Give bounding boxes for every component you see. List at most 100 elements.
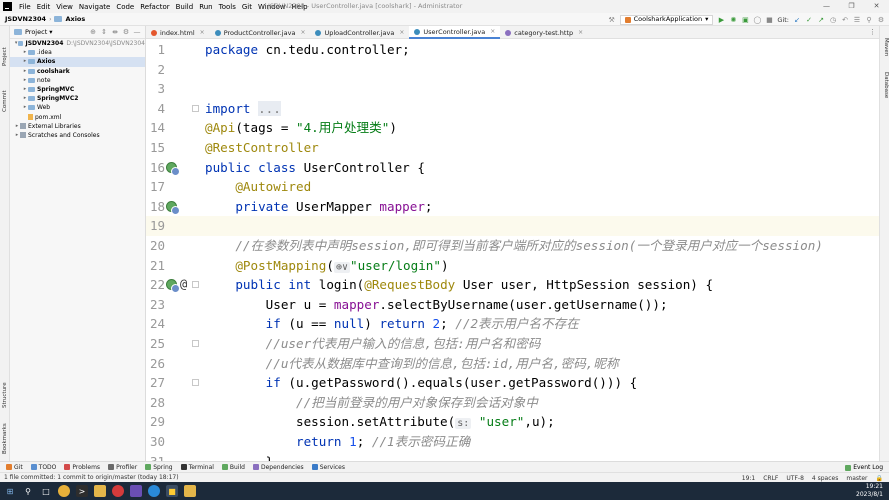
close-tab-icon[interactable]: × bbox=[399, 29, 404, 36]
project-panel-title[interactable]: Project bbox=[25, 28, 47, 36]
code-text[interactable]: //u代表从数据库中查询到的信息,包括:id,用户名,密码,昵称 bbox=[205, 354, 619, 374]
code-line[interactable]: 25 //user代表用户输入的信息,包括:用户名和密码 bbox=[146, 334, 879, 354]
menu-file[interactable]: File bbox=[16, 3, 34, 11]
code-line[interactable]: 16 public class UserController { bbox=[146, 158, 879, 178]
lock-icon[interactable]: 🔒 bbox=[876, 475, 883, 482]
code-text[interactable]: public int login(@RequestBody User user,… bbox=[205, 275, 713, 295]
code-line[interactable]: 3 bbox=[146, 79, 879, 99]
line-number[interactable]: 30 bbox=[146, 432, 165, 452]
tool-window-git[interactable]: Git bbox=[6, 464, 23, 471]
settings-icon[interactable]: ⚙ bbox=[877, 16, 885, 24]
caret-position[interactable]: 19:1 bbox=[742, 475, 755, 482]
tool-window-spring[interactable]: Spring bbox=[145, 464, 173, 471]
search-icon[interactable]: ⚲ bbox=[865, 16, 873, 24]
tree-item[interactable]: ▸ Scratches and Consoles bbox=[10, 131, 145, 140]
editor-tab[interactable]: index.html × bbox=[146, 26, 210, 39]
spring-bean-gutter-icon[interactable] bbox=[166, 161, 180, 176]
tool-window-build[interactable]: Build bbox=[221, 464, 245, 471]
build-hammer-icon[interactable]: ⚒ bbox=[608, 16, 616, 24]
minimize-icon[interactable]: — bbox=[814, 0, 839, 13]
tool-window-terminal[interactable]: Terminal bbox=[180, 464, 214, 471]
status-message[interactable]: 1 file committed: 1 commit to origin/mas… bbox=[4, 474, 179, 481]
spring-bean-gutter-icon[interactable] bbox=[166, 279, 180, 294]
menu-run[interactable]: Run bbox=[196, 3, 215, 11]
folder-taskbar-icon[interactable] bbox=[184, 485, 196, 497]
windows-start-icon[interactable]: ⊞ bbox=[4, 485, 16, 497]
close-tab-icon[interactable]: × bbox=[300, 29, 305, 36]
code-line[interactable]: 20 //在参数列表中声明session,即可得到当前客户端所对应的sessio… bbox=[146, 236, 879, 256]
tool-window-problems[interactable]: Problems bbox=[64, 464, 100, 471]
bookmarks-tool-tab[interactable]: Bookmarks bbox=[2, 423, 8, 454]
code-text[interactable]: if (u.getPassword().equals(user.getPassw… bbox=[205, 373, 638, 393]
profiler-icon[interactable]: ◯ bbox=[753, 16, 761, 24]
code-text[interactable]: public class UserController { bbox=[205, 158, 425, 178]
editor-tab[interactable]: UserController.java × bbox=[409, 26, 501, 39]
task-view-icon[interactable]: □ bbox=[40, 485, 52, 497]
line-number[interactable]: 4 bbox=[146, 99, 165, 119]
fold-marker-icon[interactable] bbox=[192, 340, 199, 347]
code-line[interactable]: 2 bbox=[146, 60, 879, 80]
line-number[interactable]: 15 bbox=[146, 138, 165, 158]
fold-marker-icon[interactable] bbox=[192, 104, 199, 112]
menu-refactor[interactable]: Refactor bbox=[137, 3, 172, 11]
close-tab-icon[interactable]: × bbox=[578, 29, 583, 36]
database-tool-tab[interactable]: Database bbox=[883, 72, 889, 98]
line-number[interactable]: 24 bbox=[146, 314, 165, 334]
code-line[interactable]: 17 @Autowired bbox=[146, 177, 879, 197]
line-number[interactable]: 22 bbox=[146, 275, 165, 295]
code-line[interactable]: 1 package cn.tedu.controller; bbox=[146, 40, 879, 60]
expand-all-icon[interactable]: ⇕ bbox=[100, 28, 108, 36]
collapse-all-icon[interactable]: ⇼ bbox=[111, 28, 119, 36]
line-number[interactable]: 1 bbox=[146, 40, 165, 60]
close-icon[interactable]: ✕ bbox=[864, 0, 889, 13]
run-configuration-select[interactable]: CoolsharkApplication ▾ bbox=[619, 14, 714, 25]
tabs-menu-icon[interactable]: ⋮ bbox=[869, 28, 876, 36]
fold-marker-icon[interactable] bbox=[192, 379, 199, 387]
line-number[interactable]: 25 bbox=[146, 334, 165, 354]
editor-tab[interactable]: UploadController.java × bbox=[310, 26, 409, 39]
edge-icon[interactable] bbox=[148, 485, 160, 497]
code-text[interactable]: //把当前登录的用户对象保存到会话对象中 bbox=[205, 393, 538, 413]
code-text[interactable]: @PostMapping(⊕∨ "user/login") bbox=[205, 256, 449, 278]
line-number[interactable]: 18 bbox=[146, 197, 165, 217]
code-line[interactable]: 24 if (u == null) return 2; //2表示用户名不存在 bbox=[146, 314, 879, 334]
mapping-gutter-icon[interactable]: @ bbox=[180, 275, 187, 295]
browser-icon[interactable] bbox=[112, 485, 124, 497]
restore-icon[interactable]: ❐ bbox=[839, 0, 864, 13]
code-editor[interactable]: 1 package cn.tedu.controller; 2 3 4 import ..… bbox=[146, 39, 879, 461]
breadcrumb-project[interactable]: JSDVN2304 bbox=[5, 15, 46, 23]
code-text[interactable]: private UserMapper mapper; bbox=[205, 197, 432, 217]
code-line[interactable]: 15 @RestController bbox=[146, 138, 879, 158]
code-text[interactable]: package cn.tedu.controller; bbox=[205, 40, 410, 60]
line-number[interactable]: 28 bbox=[146, 393, 165, 413]
git-update-icon[interactable]: ↙ bbox=[793, 16, 801, 24]
line-number[interactable]: 29 bbox=[146, 412, 165, 432]
menu-code[interactable]: Code bbox=[113, 3, 137, 11]
git-commit-icon[interactable]: ✓ bbox=[805, 16, 813, 24]
breadcrumb-module[interactable]: Axios bbox=[65, 15, 85, 23]
code-line[interactable]: 22 @ public int login(@RequestBody User u… bbox=[146, 275, 879, 295]
line-number[interactable]: 19 bbox=[146, 216, 165, 236]
close-tab-icon[interactable]: × bbox=[200, 29, 205, 36]
line-number[interactable]: 31 bbox=[146, 452, 165, 461]
git-history-icon[interactable]: ◷ bbox=[829, 16, 837, 24]
menu-tools[interactable]: Tools bbox=[216, 3, 239, 11]
tree-item[interactable]: ▸ External Libraries bbox=[10, 122, 145, 131]
commit-tool-tab[interactable]: Commit bbox=[2, 90, 8, 112]
file-encoding[interactable]: UTF-8 bbox=[786, 475, 804, 482]
code-line[interactable]: 23 User u = mapper.selectByUsername(user… bbox=[146, 295, 879, 315]
line-number[interactable]: 16 bbox=[146, 158, 165, 178]
code-text[interactable]: //user代表用户输入的信息,包括:用户名和密码 bbox=[205, 334, 541, 354]
code-line[interactable]: 26 //u代表从数据库中查询到的信息,包括:id,用户名,密码,昵称 bbox=[146, 354, 879, 374]
code-text[interactable]: @RestController bbox=[205, 138, 319, 158]
tree-item[interactable]: pom.xml bbox=[10, 113, 145, 122]
menu-edit[interactable]: Edit bbox=[34, 3, 54, 11]
debug-icon[interactable]: ✺ bbox=[729, 16, 737, 24]
editor-tab[interactable]: category-test.http × bbox=[500, 26, 588, 39]
git-branch[interactable]: master bbox=[846, 475, 867, 482]
code-line[interactable]: 4 import ... bbox=[146, 99, 879, 119]
code-line[interactable]: 19 bbox=[146, 216, 879, 236]
search-icon[interactable]: ⚲ bbox=[22, 485, 34, 497]
code-line[interactable]: 14 @Api(tags = "4.用户处理类") bbox=[146, 118, 879, 138]
menu-git[interactable]: Git bbox=[239, 3, 255, 11]
